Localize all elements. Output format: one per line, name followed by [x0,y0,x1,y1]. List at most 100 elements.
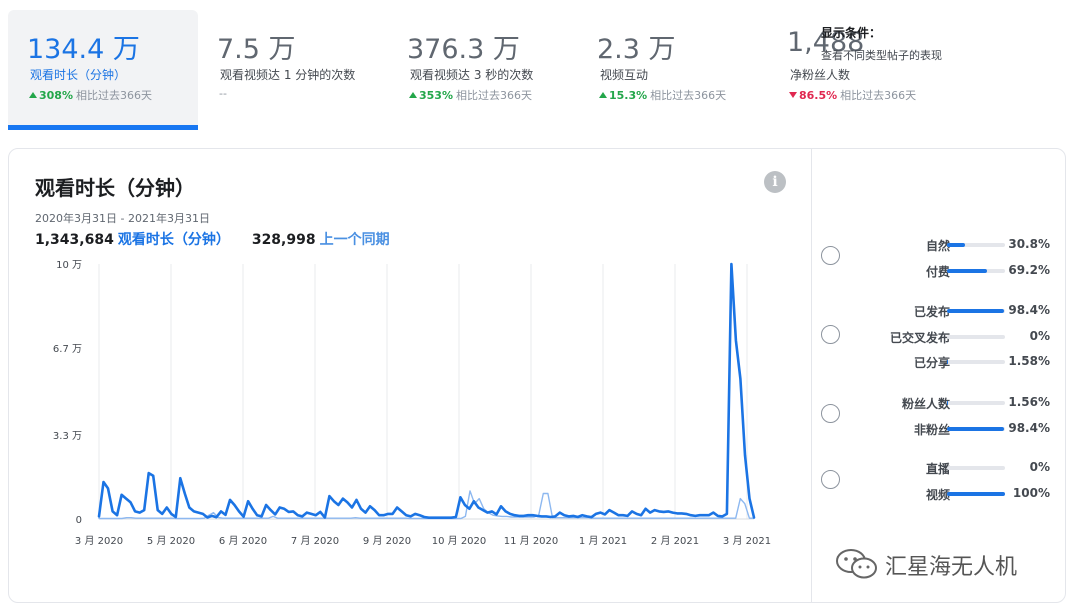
metric-tabs: 134.4 万 观看时长（分钟） 308% 相比过去366天 7.5 万 观看视频… [0,0,1080,130]
delta-suffix: -- [219,87,227,100]
filter-panel-subtitle: 查看不同类型帖子的表现 [821,49,942,62]
filter-bar-fill [947,427,1005,431]
x-tick-label: 3 月 2021 [723,535,771,547]
info-icon[interactable]: i [764,171,786,193]
filter-value: 100% [1012,486,1050,500]
filter-row: 已交叉发布 0% [840,329,1050,345]
total-previous-label[interactable]: 上一个同期 [320,232,390,248]
delta-value: 86.5% [799,89,838,102]
tab-value: 376.3 万 [407,34,520,65]
total-current-label[interactable]: 观看时长（分钟） [118,232,230,248]
tab-label: 观看视频达 3 秒的次数 [410,68,534,82]
filter-row: 已发布 98.4% [840,303,1050,319]
x-tick-label: 5 月 2020 [147,535,195,547]
filter-radio[interactable] [821,246,840,265]
filter-bar-fill [947,269,988,273]
arrow-up-icon [29,92,37,98]
series-line-current[interactable] [97,262,756,520]
x-tick-label: 11 月 2020 [504,535,559,547]
filter-row: 已分享 1.58% [840,354,1050,370]
tab-delta: 353% 相比过去366天 [409,87,532,103]
delta-value: 15.3% [609,89,648,102]
filter-bar-fill [947,243,965,247]
tab-label: 观看时长（分钟） [30,68,127,82]
tab-label: 净粉丝人数 [790,68,851,82]
filter-bar-track [947,492,1005,496]
x-tick-label: 3 月 2020 [75,535,123,547]
filter-label: 非粉丝 [913,423,950,437]
filter-radio[interactable] [821,325,840,344]
tab-video-engagement[interactable]: 2.3 万 视频互动 15.3% 相比过去366天 [578,10,768,130]
filter-bar-track [947,427,1005,431]
x-tick-label: 6 月 2020 [219,535,267,547]
filter-value: 1.58% [1008,354,1050,368]
panel-divider [811,149,812,602]
arrow-down-icon [789,92,797,98]
filter-panel-title: 显示条件： [821,26,882,40]
arrow-up-icon [409,92,417,98]
y-tick-label: 10 万 [56,260,82,271]
filter-radio[interactable] [821,404,840,423]
filter-value: 0% [1029,329,1050,343]
y-tick-label: 6.7 万 [53,344,82,355]
watermark-text: 汇星海无人机 [885,555,1018,580]
filter-bar-fill [947,309,1005,313]
y-tick-label: 0 [76,515,82,526]
filter-value: 98.4% [1008,421,1050,435]
tab-value: 7.5 万 [217,34,296,65]
total-current: 1,343,684 [35,232,114,248]
active-tab-indicator [8,125,198,130]
filter-row: 直播 0% [840,460,1050,476]
filter-bar-fill [947,492,1005,496]
filter-bar-track [947,335,1005,339]
tab-delta: 15.3% 相比过去366天 [599,87,726,103]
watch-time-card: 观看时长（分钟） i 2020年3月31日 - 2021年3月31日 1,343… [8,148,1066,603]
x-tick-label: 10 月 2020 [432,535,487,547]
filter-row: 粉丝人数 1.56% [840,395,1050,411]
x-tick-label: 1 月 2021 [579,535,627,547]
tab-1min-views[interactable]: 7.5 万 观看视频达 1 分钟的次数 -- [198,10,388,130]
arrow-up-icon [599,92,607,98]
series-line-previous[interactable] [98,490,755,520]
delta-suffix: 相比过去366天 [840,89,917,102]
filter-bar-track [947,243,1005,247]
filter-row: 视频 100% [840,486,1050,502]
filter-row: 非粉丝 98.4% [840,421,1050,437]
filter-label: 粉丝人数 [901,397,950,411]
tab-delta: 86.5% 相比过去366天 [789,87,916,103]
filter-row: 付费 69.2% [840,263,1050,279]
tab-label: 观看视频达 1 分钟的次数 [220,68,356,82]
filter-bar-track [947,269,1005,273]
y-tick-label: 3.3 万 [53,431,82,442]
date-range: 2020年3月31日 - 2021年3月31日 [35,212,210,225]
filter-label: 已发布 [913,305,950,319]
x-tick-label: 7 月 2020 [291,535,339,547]
delta-suffix: 相比过去366天 [75,89,152,102]
watch-time-line-chart[interactable]: 3 月 2020 5 月 2020 6 月 2020 7 月 2020 9 月 2020… [9,249,809,559]
tab-watch-time[interactable]: 134.4 万 观看时长（分钟） 308% 相比过去366天 [8,10,198,130]
tab-delta: -- [219,87,227,100]
filter-value: 98.4% [1008,303,1050,317]
filter-bar-fill [947,360,948,364]
tab-delta: 308% 相比过去366天 [29,87,152,103]
delta-value: 353% [419,89,453,102]
filter-bar-fill [947,401,948,405]
filter-value: 69.2% [1008,263,1050,277]
tab-value: 134.4 万 [27,34,140,65]
tab-value: 2.3 万 [597,34,676,65]
x-tick-label: 2 月 2021 [651,535,699,547]
tab-label: 视频互动 [600,68,649,82]
delta-value: 308% [39,89,73,102]
filter-label: 已交叉发布 [889,331,950,345]
tab-3sec-views[interactable]: 376.3 万 观看视频达 3 秒的次数 353% 相比过去366天 [388,10,578,130]
filter-value: 0% [1029,460,1050,474]
delta-suffix: 相比过去366天 [455,89,532,102]
wechat-icon [836,549,877,579]
filter-row: 自然 30.8% [840,237,1050,253]
filter-bar-track [947,360,1005,364]
filter-value: 1.56% [1008,395,1050,409]
filter-radio[interactable] [821,470,840,489]
total-previous: 328,998 [251,232,316,248]
filter-value: 30.8% [1008,237,1050,251]
x-tick-label: 9 月 2020 [363,535,411,547]
